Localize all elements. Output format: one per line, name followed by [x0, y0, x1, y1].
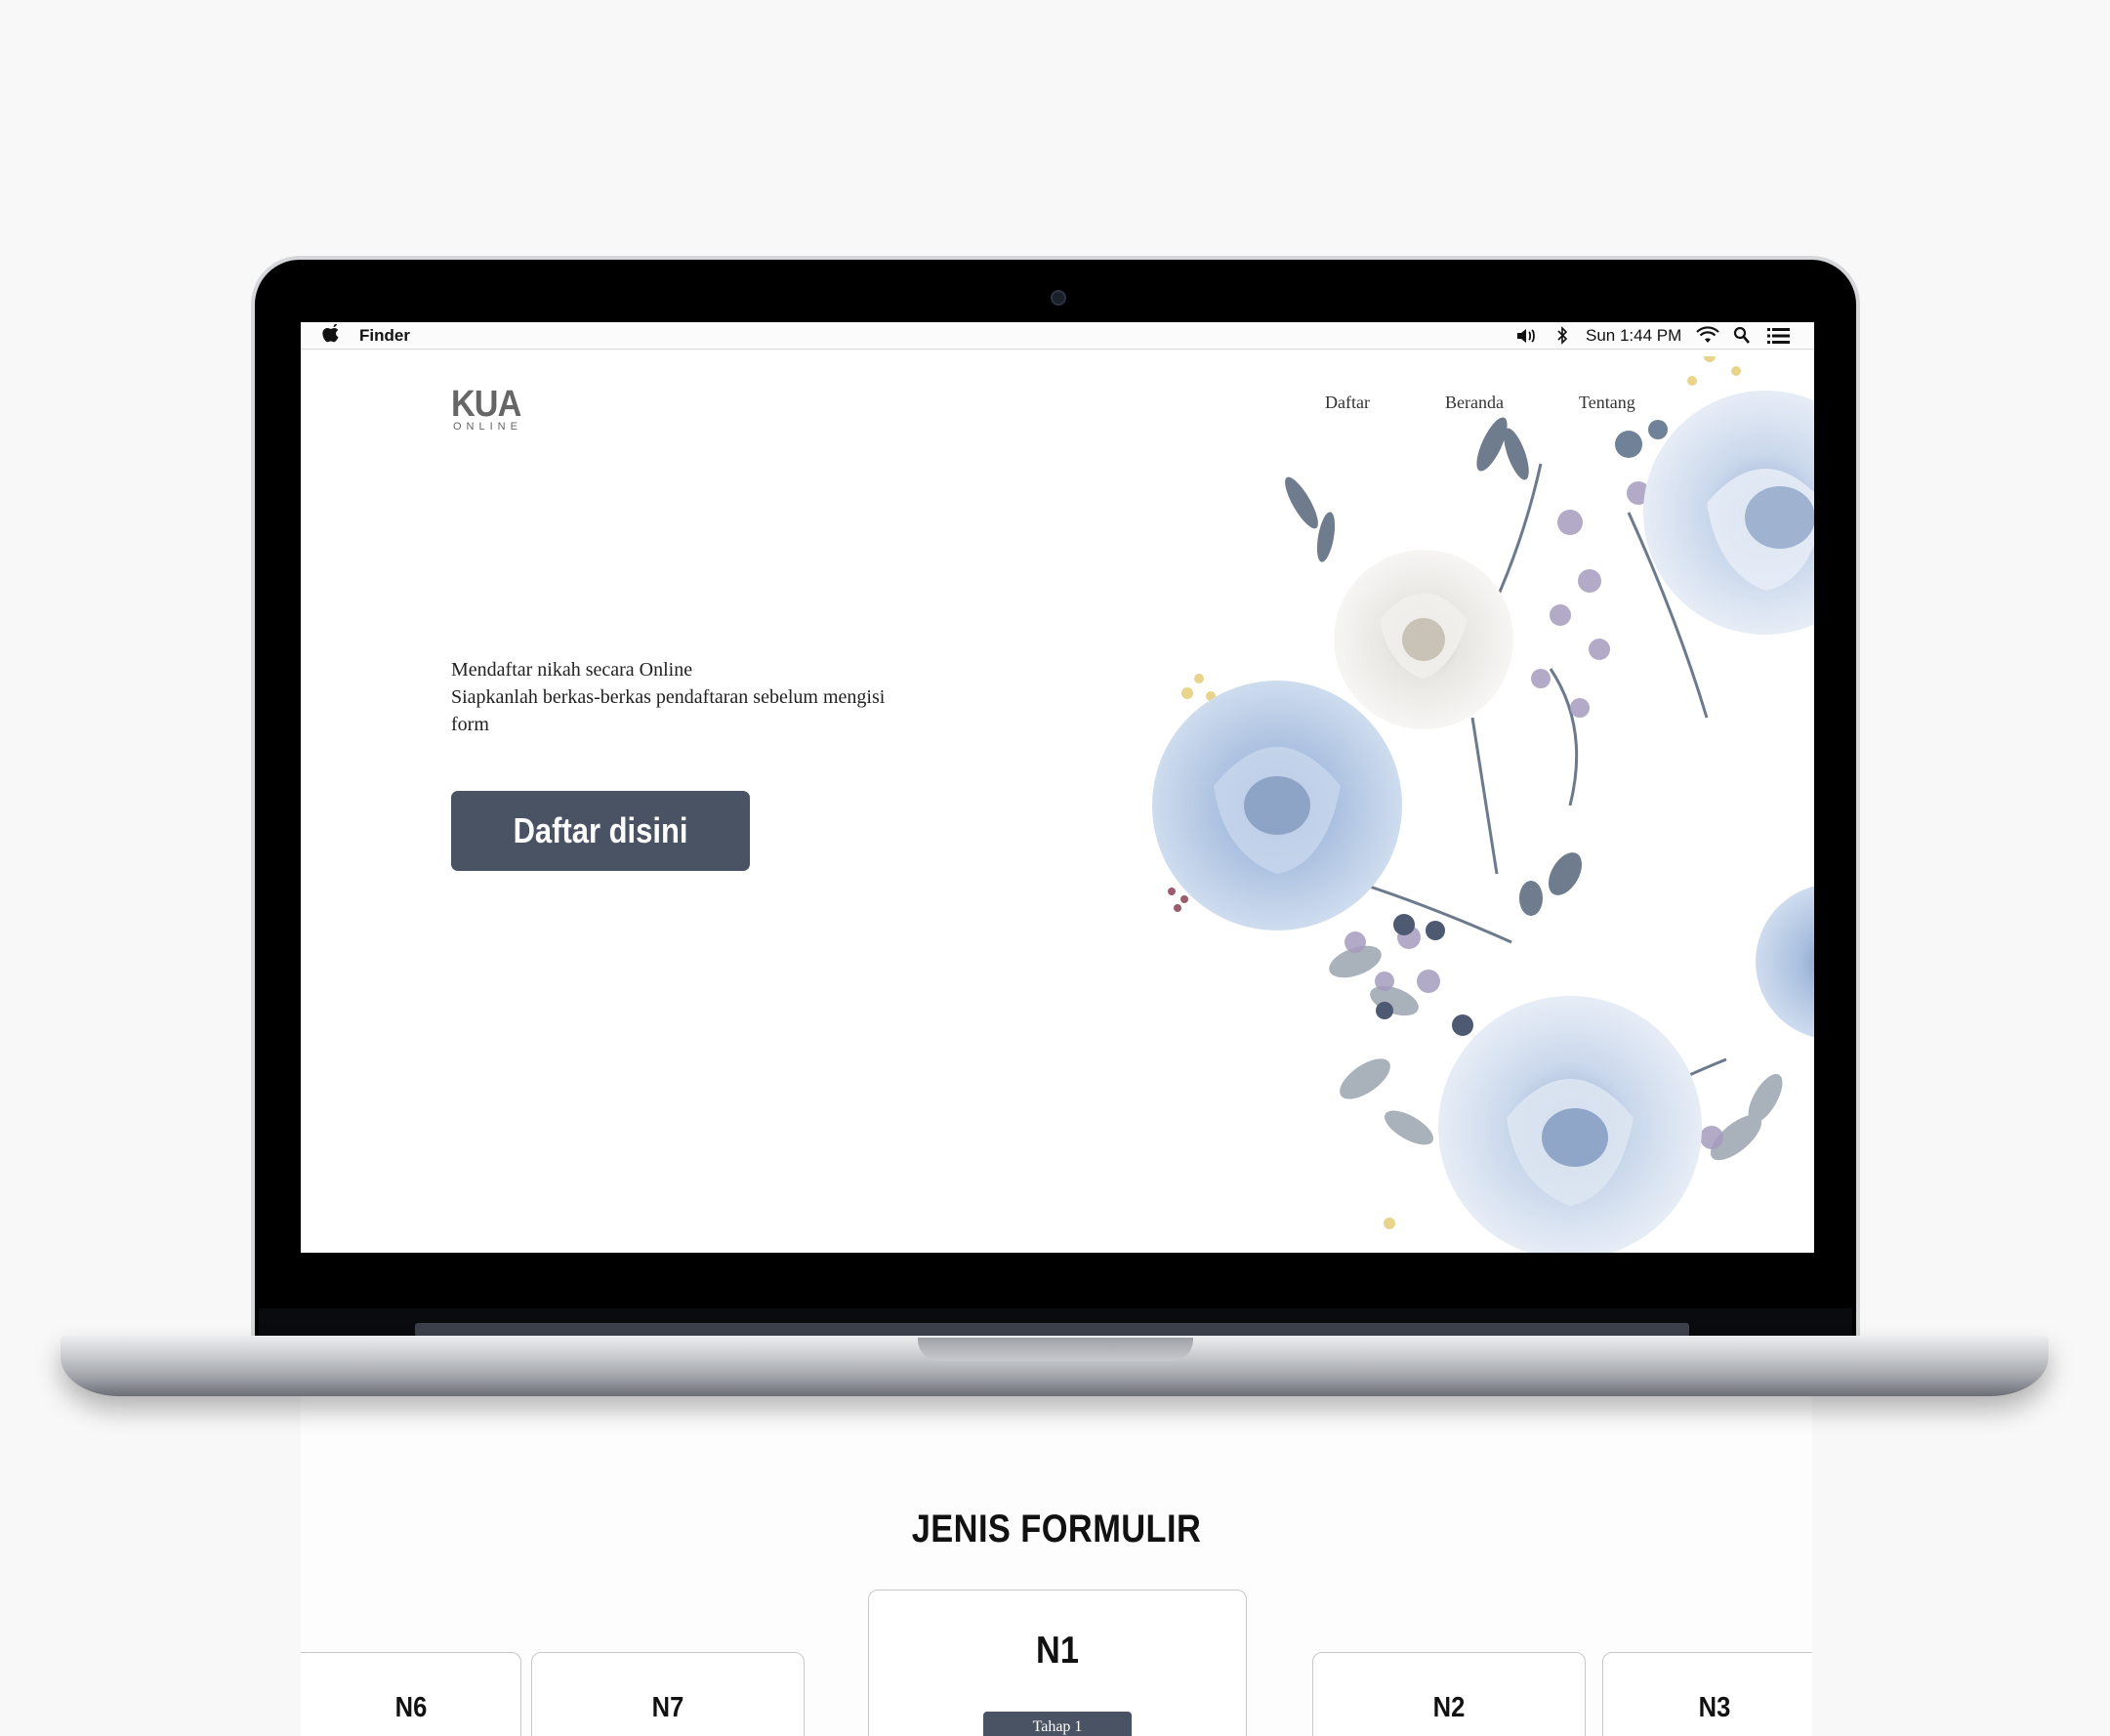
rose-white [1334, 550, 1513, 729]
bluetooth-icon[interactable] [1556, 326, 1568, 345]
stage-1-button[interactable]: Tahap 1 [983, 1712, 1132, 1736]
spotlight-search-icon[interactable] [1733, 326, 1751, 345]
form-code: N2 [1432, 1692, 1466, 1723]
laptop-notch [918, 1338, 1193, 1361]
apple-icon[interactable] [322, 324, 342, 346]
mac-menubar: Finder Sun 1:44 PM [301, 322, 1814, 350]
register-here-button[interactable]: Daftar disini [451, 791, 750, 871]
hero-description: Mendaftar nikah secara Online Siapkanlah… [451, 656, 900, 738]
site-logo-subtitle: ONLINE [453, 421, 522, 433]
form-code: N1 [1036, 1630, 1079, 1672]
rose-blue-bottom-right [1756, 886, 1814, 1038]
site-logo[interactable]: KUA [451, 384, 521, 426]
form-card-n2[interactable]: N2 [1312, 1652, 1586, 1736]
notification-list-icon[interactable] [1767, 327, 1791, 345]
rose-pale-bottom [1438, 996, 1702, 1253]
register-button-label: Daftar disini [513, 810, 688, 850]
form-code: N7 [651, 1692, 684, 1723]
form-card-n7[interactable]: N7 [531, 1652, 805, 1736]
wifi-icon[interactable] [1695, 326, 1720, 345]
rose-pale-top-right [1643, 391, 1814, 635]
hero-line-1: Mendaftar nikah secara Online [451, 659, 693, 681]
hero-line-2: Siapkanlah berkas-berkas pendaftaran seb… [451, 686, 886, 735]
form-code: N6 [394, 1692, 428, 1723]
form-card-n1[interactable]: N1 Tahap 1 [868, 1590, 1247, 1736]
form-card-n3[interactable]: N3 [1602, 1652, 1812, 1736]
form-card-n6[interactable]: N6 [301, 1652, 521, 1736]
laptop-screen: Finder Sun 1:44 PM KUA ONLINE Daftar Ber… [301, 322, 1814, 1253]
volume-icon[interactable] [1516, 327, 1538, 345]
camera-icon [1051, 290, 1066, 306]
section-title: JENIS FORMULIR [911, 1508, 1202, 1550]
rose-blue-large [1152, 681, 1402, 930]
menubar-clock[interactable]: Sun 1:44 PM [1586, 326, 1681, 346]
laptop-hinge [415, 1323, 1689, 1337]
finder-menu[interactable]: Finder [359, 326, 410, 346]
floral-wreath-illustration [1152, 356, 1814, 1253]
form-code: N3 [1698, 1692, 1731, 1723]
